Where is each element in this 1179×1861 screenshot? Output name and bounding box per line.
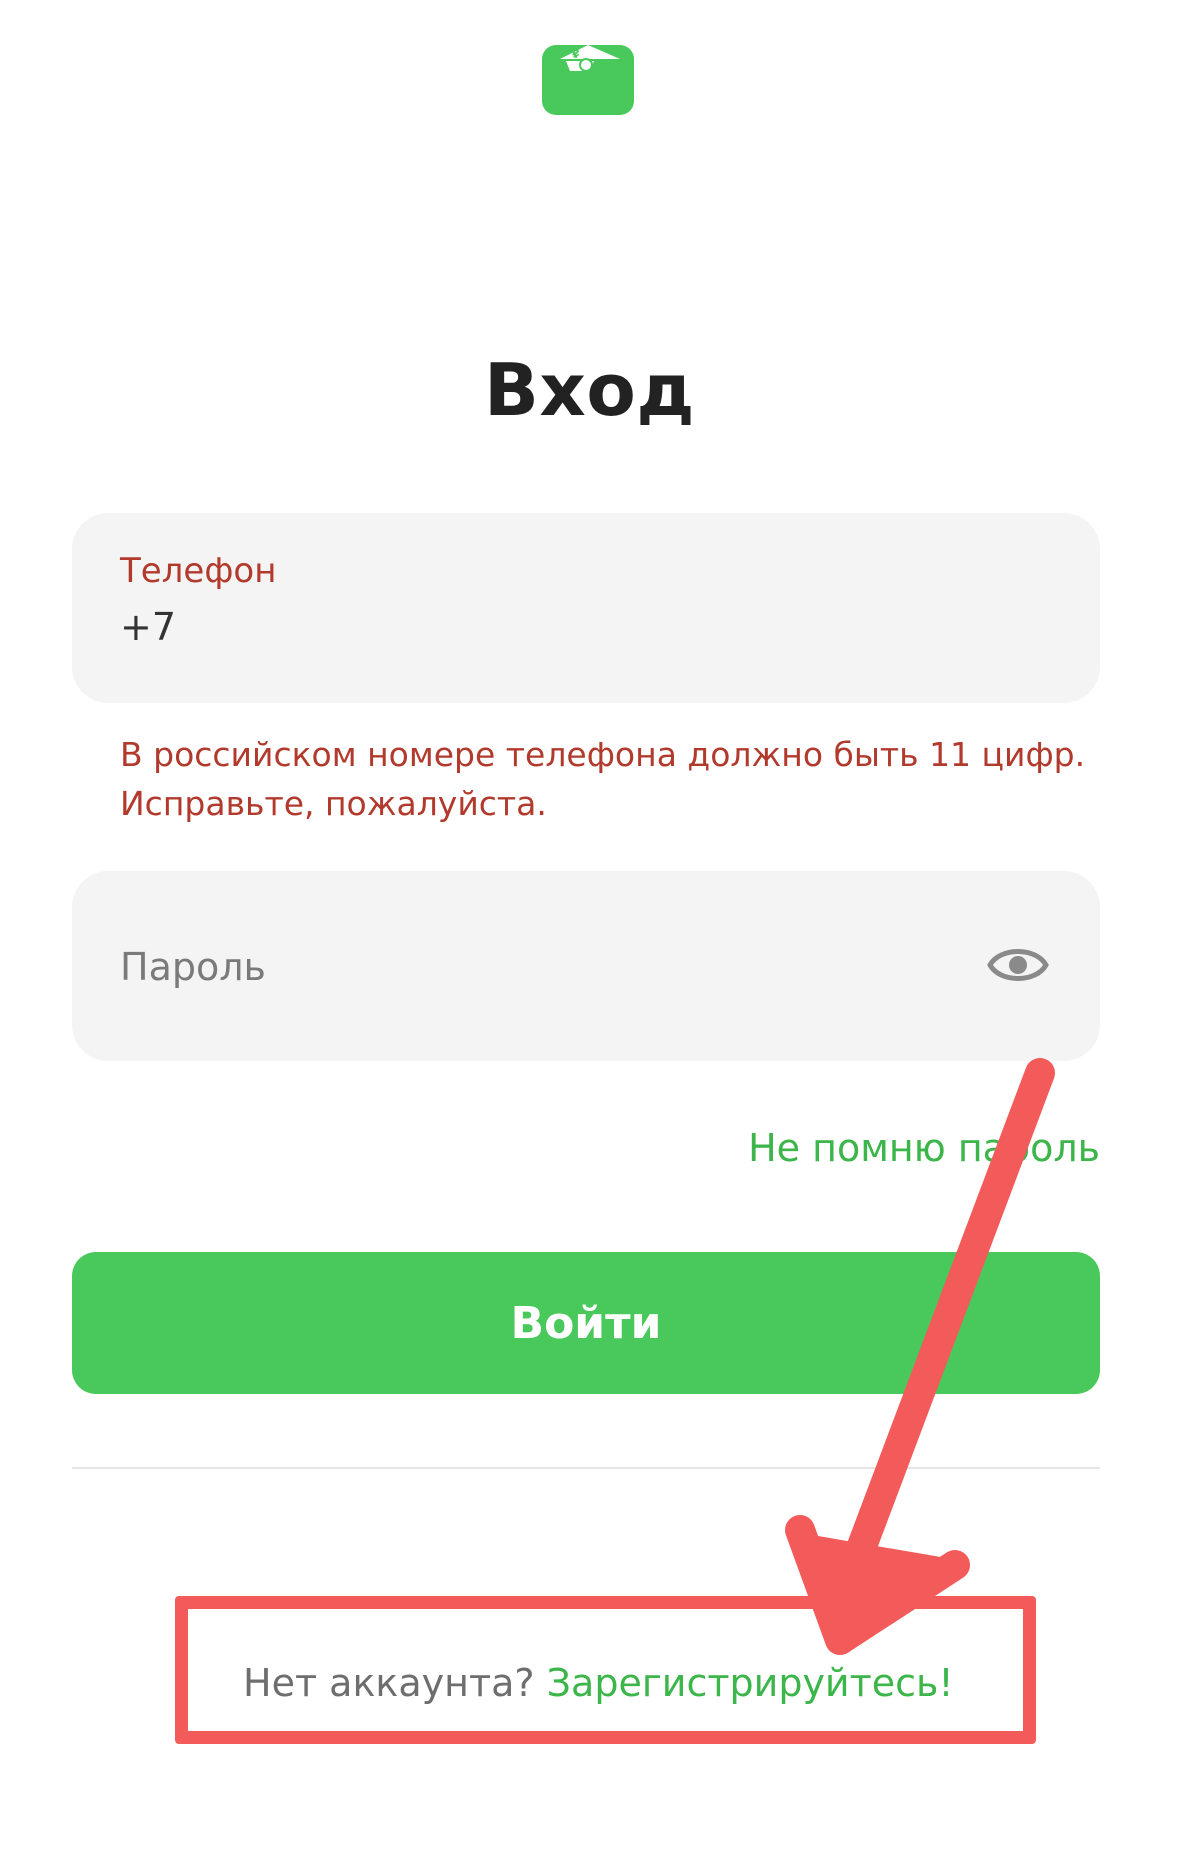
register-link[interactable]: Зарегистрируйтесь! (547, 1661, 954, 1705)
forgot-password-link[interactable]: Не помню пароль (748, 1126, 1100, 1170)
password-input[interactable]: Пароль (72, 871, 1100, 1061)
register-annotation-box: Нет аккаунта? Зарегистрируйтесь! (175, 1596, 1036, 1744)
password-placeholder: Пароль (120, 945, 266, 989)
wallet-logo-icon: ₽ (542, 45, 634, 115)
phone-error-line-2: Исправьте, пожалуйста. (120, 784, 547, 823)
page-title: Вход (484, 348, 695, 432)
phone-value[interactable]: +7 (120, 605, 176, 649)
phone-label: Телефон (120, 551, 277, 591)
login-button[interactable]: Войти (72, 1252, 1100, 1394)
register-question: Нет аккаунта? (243, 1661, 535, 1705)
eye-icon[interactable] (986, 939, 1050, 991)
phone-input[interactable]: Телефон +7 (72, 513, 1100, 703)
phone-error-line-1: В российском номере телефона должно быть… (120, 735, 1086, 774)
divider (72, 1467, 1100, 1469)
login-screen: ₽ Вход Телефон +7 В российском номере те… (0, 0, 1179, 1861)
register-prompt: Нет аккаунта? Зарегистрируйтесь! (243, 1661, 954, 1705)
phone-error-message: В российском номере телефона должно быть… (120, 730, 1110, 828)
